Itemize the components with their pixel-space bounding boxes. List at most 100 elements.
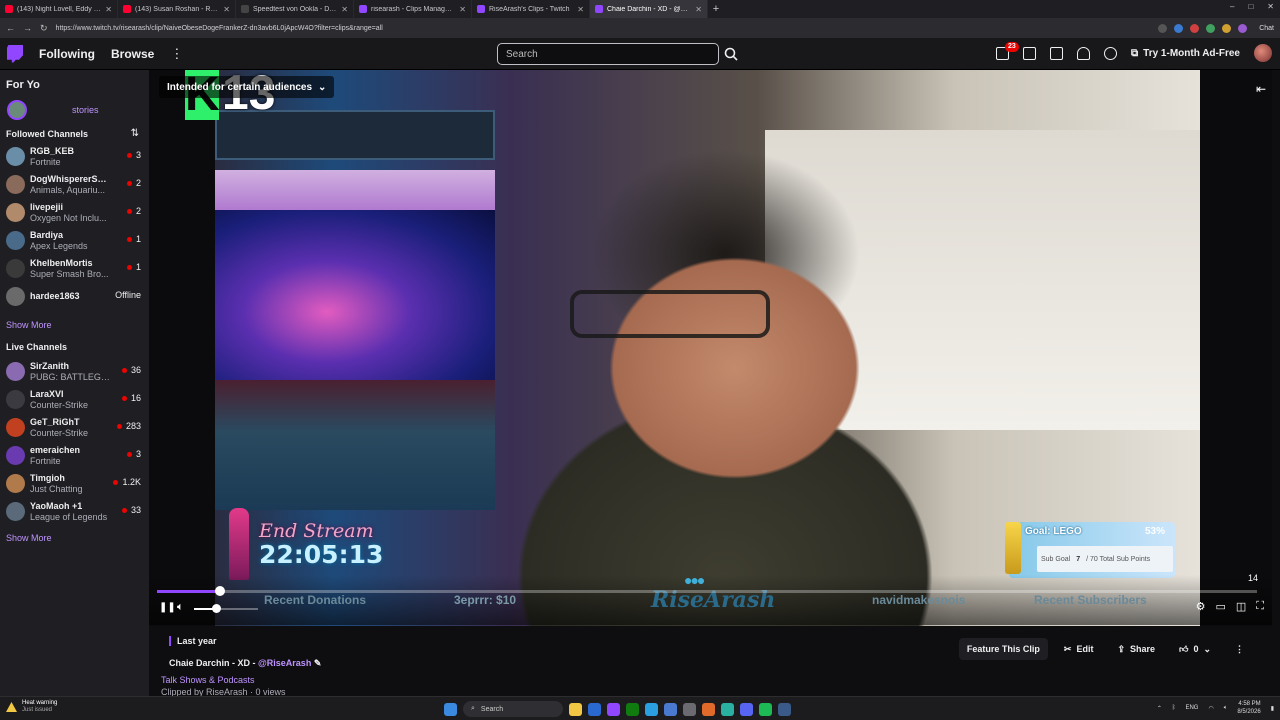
- show-more-followed[interactable]: Show More: [6, 320, 52, 330]
- chat-button[interactable]: Chat: [1259, 25, 1274, 32]
- video-player[interactable]: K 13 Intended for certain audiences⌄ ⇤ E…: [149, 70, 1272, 626]
- feature-clip-button[interactable]: Feature This Clip: [958, 638, 1048, 660]
- browser-tab[interactable]: Chaie Darchin - XD - @RiseArash ✕: [590, 0, 708, 18]
- settings-icon[interactable]: ⚙: [1196, 600, 1206, 613]
- extension-icon[interactable]: [1158, 23, 1168, 33]
- collapse-chat-icon[interactable]: ⇤: [1256, 82, 1266, 96]
- theatre-mode-icon[interactable]: ▭: [1215, 600, 1225, 613]
- pause-icon[interactable]: ❚❚: [159, 602, 176, 613]
- stories-avatar[interactable]: [7, 100, 27, 120]
- chevron-down-icon[interactable]: ⌄: [1203, 644, 1211, 655]
- clock[interactable]: 4:58 PM 8/5/2026: [1237, 700, 1260, 716]
- volume-slider[interactable]: [194, 604, 258, 613]
- taskbar-search[interactable]: ⌕ Search: [463, 701, 563, 717]
- sidebar-channel[interactable]: DogWhispererSh... Animals, Aquariu... 2: [0, 172, 149, 198]
- seek-knob[interactable]: [214, 586, 225, 596]
- firefox-icon[interactable]: [702, 702, 715, 716]
- sidebar-channel[interactable]: KhelbenMortis Super Smash Bro... 1: [0, 256, 149, 282]
- search-input[interactable]: Search: [497, 43, 719, 65]
- browser-tab[interactable]: (143) Night Lovell, Eddy Baker, BO ✕: [0, 0, 118, 18]
- volume-icon[interactable]: 🔈︎: [1224, 705, 1228, 712]
- more-menu-icon[interactable]: ⋮: [170, 46, 183, 62]
- reload-icon[interactable]: ↻: [40, 23, 48, 34]
- channel-mention-link[interactable]: @RiseArash: [258, 658, 311, 668]
- spotify-icon[interactable]: [759, 702, 772, 716]
- language-indicator[interactable]: ENG: [1185, 705, 1198, 711]
- sidebar-toggle-icon[interactable]: ◫: [1236, 600, 1246, 613]
- maximize-icon[interactable]: □: [1248, 2, 1253, 11]
- sort-icon[interactable]: ⇅: [131, 128, 139, 139]
- inbox-icon[interactable]: 23: [996, 41, 1019, 60]
- audience-dropdown[interactable]: Intended for certain audiences ⌄: [159, 76, 335, 98]
- extension-icon[interactable]: [1206, 23, 1216, 33]
- tab-close-icon[interactable]: ✕: [105, 5, 112, 14]
- bits-icon[interactable]: [1104, 46, 1117, 60]
- tab-close-icon[interactable]: ✕: [459, 5, 466, 14]
- app-icon[interactable]: [664, 702, 677, 716]
- forward-icon[interactable]: →: [23, 23, 32, 33]
- sidebar-channel[interactable]: GeT_RiGhT Counter-Strike 283: [0, 415, 149, 441]
- show-more-live[interactable]: Show More: [6, 533, 52, 543]
- volume-knob[interactable]: [212, 604, 222, 613]
- sidebar-channel[interactable]: Bardiya Apex Legends 1: [0, 228, 149, 254]
- minimize-icon[interactable]: –: [1230, 2, 1234, 11]
- sidebar-channel[interactable]: Timgioh Just Chatting 1.2K: [0, 471, 149, 497]
- mail-icon[interactable]: [1023, 46, 1036, 60]
- sidebar-channel[interactable]: emeraichen Fortnite 3: [0, 443, 149, 469]
- sidebar-channel[interactable]: RGB_KEB Fortnite 3: [0, 144, 149, 170]
- extension-icon[interactable]: [1222, 23, 1232, 33]
- app-icon[interactable]: [778, 702, 791, 716]
- windows-start-icon[interactable]: [444, 702, 457, 716]
- edit-button[interactable]: ✂ Edit: [1055, 638, 1102, 660]
- back-icon[interactable]: ←: [6, 23, 15, 33]
- more-options-icon[interactable]: ⋮: [1227, 638, 1252, 660]
- edge-icon[interactable]: [721, 702, 734, 716]
- whispers-icon[interactable]: [1050, 46, 1063, 60]
- twitch-app-icon[interactable]: [607, 702, 620, 716]
- tab-close-icon[interactable]: ✕: [577, 5, 584, 14]
- browser-tab[interactable]: (143) Susan Roshan - Roohe Sheyd ✕: [118, 0, 236, 18]
- like-button[interactable]: 👍︎ 0 ⌄: [1171, 638, 1219, 660]
- tab-close-icon[interactable]: ✕: [223, 5, 230, 14]
- sidebar-channel[interactable]: SirZanith PUBG: BATTLEGR... 36: [0, 359, 149, 385]
- notifications-icon[interactable]: ▮: [1271, 705, 1274, 712]
- app-icon[interactable]: [683, 702, 696, 716]
- sidebar-channel[interactable]: hardee1863 Offline: [0, 284, 149, 310]
- file-explorer-icon[interactable]: [569, 702, 582, 716]
- app-icon[interactable]: [588, 702, 601, 716]
- seek-bar[interactable]: [157, 586, 1257, 596]
- telegram-icon[interactable]: [645, 702, 658, 716]
- browse-link[interactable]: Browse: [111, 47, 154, 61]
- browser-tab[interactable]: RiseArash's Clips - Twitch ✕: [472, 0, 590, 18]
- discord-icon[interactable]: [740, 702, 753, 716]
- edit-title-icon[interactable]: ✎: [314, 658, 322, 668]
- user-avatar[interactable]: [1254, 44, 1272, 62]
- extension-icon[interactable]: [1174, 23, 1184, 33]
- twitch-logo-icon[interactable]: [7, 44, 23, 63]
- mute-icon[interactable]: 🔈︎: [177, 601, 184, 614]
- category-link[interactable]: Talk Shows & Podcasts: [161, 675, 255, 685]
- browser-tab[interactable]: Speedtest von Ookla - Der umfass ✕: [236, 0, 354, 18]
- share-button[interactable]: ⇪ Share: [1109, 638, 1164, 660]
- following-link[interactable]: Following: [39, 47, 95, 61]
- sidebar-channel[interactable]: YaoMaoh +1 League of Legends 33: [0, 499, 149, 525]
- bluetooth-icon[interactable]: ᛒ: [1172, 705, 1176, 711]
- sidebar-channel[interactable]: livepejii Oxygen Not Inclu... 2: [0, 200, 149, 226]
- close-icon[interactable]: ✕: [1267, 2, 1274, 11]
- crown-icon[interactable]: [1077, 46, 1090, 60]
- url-field[interactable]: https://www.twitch.tv/risearash/clip/Nai…: [56, 25, 1151, 32]
- new-tab-button[interactable]: +: [708, 3, 724, 15]
- wifi-icon[interactable]: ◠: [1208, 705, 1213, 712]
- tab-close-icon[interactable]: ✕: [341, 5, 348, 14]
- stories-label[interactable]: stories: [72, 105, 99, 115]
- xbox-icon[interactable]: [626, 702, 639, 716]
- tab-close-icon[interactable]: ✕: [695, 5, 702, 14]
- sidebar-channel[interactable]: LaraXVI Counter-Strike 16: [0, 387, 149, 413]
- tray-chevron-icon[interactable]: ⌃: [1157, 705, 1162, 712]
- fullscreen-icon[interactable]: ⛶: [1256, 600, 1264, 613]
- search-button[interactable]: [721, 43, 741, 65]
- extension-icon[interactable]: [1190, 23, 1200, 33]
- profile-icon[interactable]: [1238, 23, 1248, 33]
- browser-tab[interactable]: risearash - Clips Manager - Twitch✕: [354, 0, 472, 18]
- ad-free-button[interactable]: ⧉ Try 1-Month Ad-Free: [1131, 48, 1240, 59]
